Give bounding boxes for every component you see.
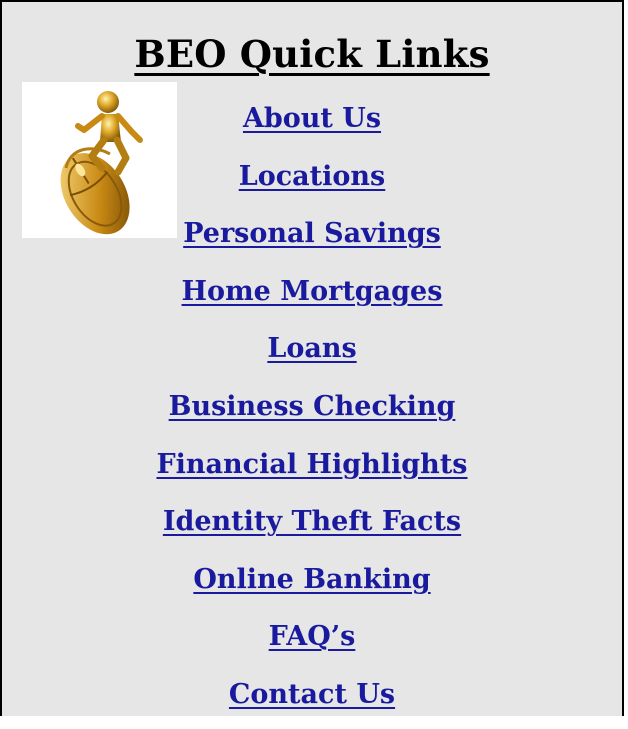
- link-locations[interactable]: Locations: [239, 161, 386, 192]
- link-identity-theft-facts[interactable]: Identity Theft Facts: [163, 506, 461, 537]
- list-item: Financial Highlights: [2, 441, 622, 499]
- quick-links-panel: BEO Quick Links About Us Locations Perso…: [0, 0, 624, 716]
- list-item: About Us: [2, 95, 622, 153]
- list-item: Locations: [2, 153, 622, 211]
- link-loans[interactable]: Loans: [267, 333, 356, 364]
- link-business-checking[interactable]: Business Checking: [169, 391, 456, 422]
- list-item: Identity Theft Facts: [2, 498, 622, 556]
- link-online-banking[interactable]: Online Banking: [193, 564, 430, 595]
- link-contact-us[interactable]: Contact Us: [229, 679, 395, 710]
- quick-links-list: About Us Locations Personal Savings Home…: [2, 95, 622, 729]
- link-about-us[interactable]: About Us: [243, 103, 381, 134]
- list-item: Home Mortgages: [2, 268, 622, 326]
- link-faqs[interactable]: FAQ’s: [269, 621, 356, 652]
- panel-title: BEO Quick Links: [134, 32, 490, 76]
- list-item: Contact Us: [2, 671, 622, 729]
- link-home-mortgages[interactable]: Home Mortgages: [182, 276, 443, 307]
- link-financial-highlights[interactable]: Financial Highlights: [156, 449, 467, 480]
- list-item: FAQ’s: [2, 613, 622, 671]
- list-item: Loans: [2, 325, 622, 383]
- list-item: Business Checking: [2, 383, 622, 441]
- link-personal-savings[interactable]: Personal Savings: [183, 218, 441, 249]
- list-item: Personal Savings: [2, 210, 622, 268]
- list-item: Online Banking: [2, 556, 622, 614]
